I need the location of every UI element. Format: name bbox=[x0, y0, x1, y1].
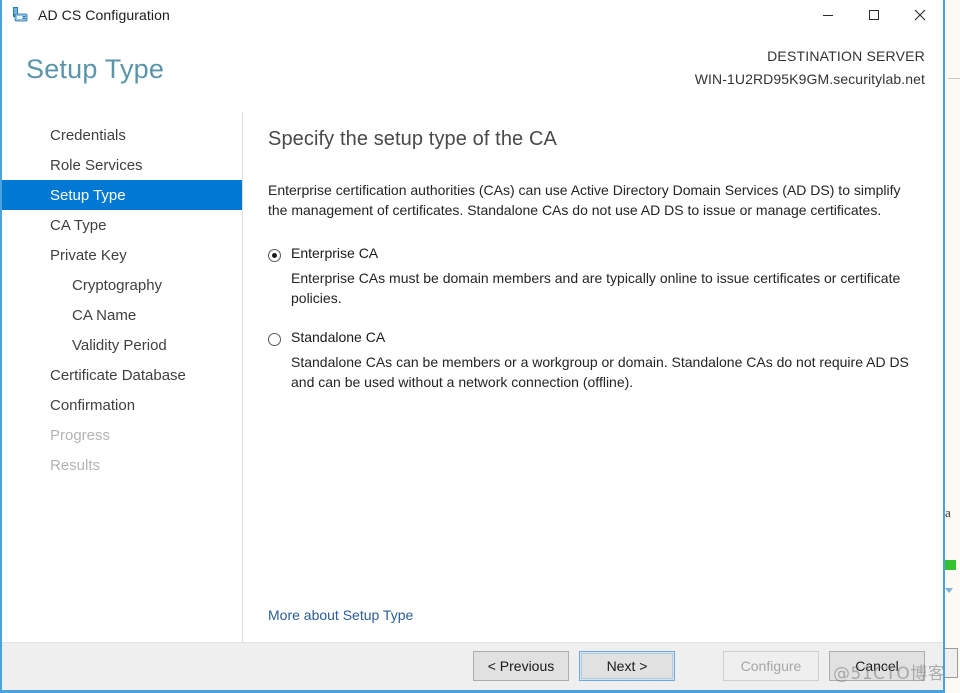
ad-cs-configuration-window: AD CS Configuration Setup Type DESTINATI… bbox=[0, 0, 945, 693]
radio-standalone-ca-label: Standalone CA bbox=[291, 329, 386, 345]
radio-standalone-ca-description: Standalone CAs can be members or a workg… bbox=[291, 354, 909, 390]
sidebar-item-credentials[interactable]: Credentials bbox=[2, 120, 242, 150]
radio-enterprise-ca-description: Enterprise CAs must be domain members an… bbox=[291, 270, 901, 306]
sidebar-item-role-services[interactable]: Role Services bbox=[2, 150, 242, 180]
content-pane: Specify the setup type of the CA Enterpr… bbox=[243, 112, 943, 642]
maximize-icon[interactable] bbox=[851, 0, 897, 30]
content-heading: Specify the setup type of the CA bbox=[268, 128, 557, 150]
option-standalone-ca: Standalone CA Standalone CAs can be memb… bbox=[268, 329, 923, 392]
previous-button[interactable]: < Previous bbox=[473, 651, 569, 681]
next-button[interactable]: Next > bbox=[579, 651, 675, 681]
sidebar-item-ca-name[interactable]: CA Name bbox=[2, 300, 242, 330]
radio-standalone-ca[interactable]: Standalone CA bbox=[268, 329, 923, 346]
window-title: AD CS Configuration bbox=[38, 7, 170, 23]
destination-server-name: WIN-1U2RD95K9GM.securitylab.net bbox=[694, 71, 925, 87]
minimize-icon[interactable] bbox=[805, 0, 851, 30]
sidebar-item-ca-type[interactable]: CA Type bbox=[2, 210, 242, 240]
sidebar-item-progress: Progress bbox=[50, 426, 111, 444]
radio-button-icon bbox=[268, 249, 281, 262]
sidebar-item-confirmation[interactable]: Confirmation bbox=[2, 390, 242, 420]
radio-button-icon bbox=[268, 333, 281, 346]
dialog-body: Credentials Role Services Setup Type CA … bbox=[2, 112, 943, 642]
destination-server-block: DESTINATION SERVER WIN-1U2RD95K9GM.secur… bbox=[695, 48, 925, 87]
sidebar-item-setup-type[interactable]: Setup Type bbox=[2, 180, 242, 210]
footer-button-bar: < Previous Next > Configure Cancel bbox=[473, 651, 925, 681]
sidebar-item-certificate-database[interactable]: Certificate Database bbox=[2, 360, 242, 390]
option-enterprise-ca: Enterprise CA Enterprise CAs must be dom… bbox=[268, 245, 923, 308]
sidebar-item-private-key[interactable]: Private Key bbox=[2, 240, 242, 270]
sidebar-item-validity-period[interactable]: Validity Period bbox=[2, 330, 242, 360]
setup-type-radio-group: Enterprise CA Enterprise CAs must be dom… bbox=[268, 245, 923, 392]
cancel-button[interactable]: Cancel bbox=[829, 651, 925, 681]
close-icon[interactable] bbox=[897, 0, 943, 30]
background-text-fragment: a bbox=[945, 505, 951, 520]
page-header: Setup Type DESTINATION SERVER WIN-1U2RD9… bbox=[2, 30, 943, 112]
sidebar-item-cryptography[interactable]: Cryptography bbox=[2, 270, 242, 300]
title-bar: AD CS Configuration bbox=[2, 0, 943, 30]
configure-button: Configure bbox=[723, 651, 819, 681]
page-title: Setup Type bbox=[26, 54, 165, 84]
radio-enterprise-ca-label: Enterprise CA bbox=[291, 245, 379, 261]
dialog-footer: < Previous Next > Configure Cancel bbox=[2, 642, 943, 690]
background-divider-line bbox=[948, 78, 960, 79]
radio-enterprise-ca[interactable]: Enterprise CA bbox=[268, 245, 923, 262]
more-about-setup-type-link[interactable]: More about Setup Type bbox=[268, 607, 413, 623]
adcs-configuration-icon bbox=[12, 6, 30, 24]
content-description: Enterprise certification authorities (CA… bbox=[268, 182, 901, 218]
destination-server-label: DESTINATION SERVER bbox=[767, 48, 925, 64]
wizard-navigation-sidebar: Credentials Role Services Setup Type CA … bbox=[2, 112, 243, 642]
background-scroll-arrow-icon[interactable] bbox=[945, 588, 953, 593]
window-controls bbox=[805, 0, 943, 30]
sidebar-item-results: Results bbox=[50, 456, 101, 474]
